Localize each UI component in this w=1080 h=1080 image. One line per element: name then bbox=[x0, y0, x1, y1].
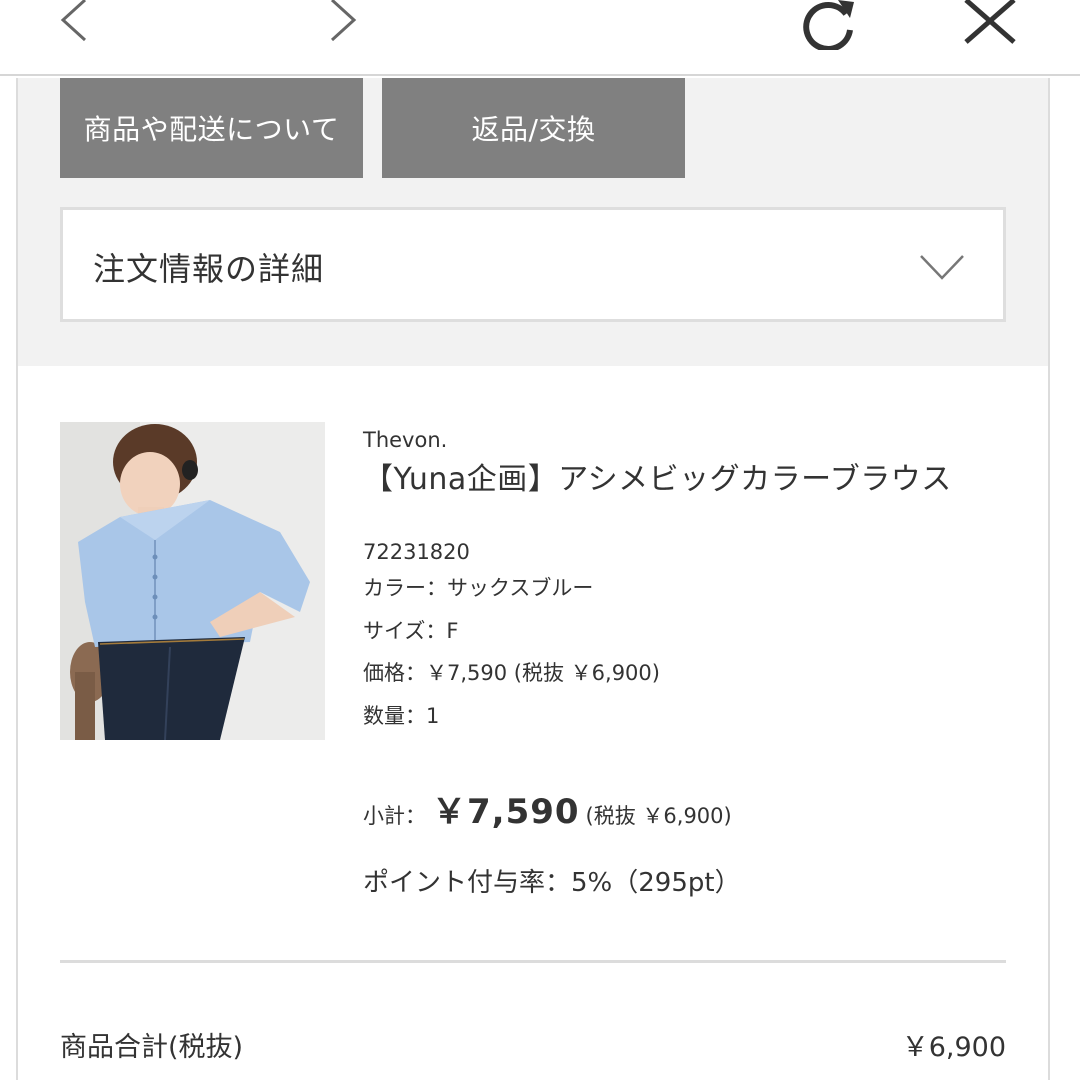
item-total-label: 商品合計(税抜) bbox=[60, 1032, 244, 1063]
product-image[interactable] bbox=[60, 422, 325, 740]
return-exchange-button[interactable]: 返品/交換 bbox=[382, 78, 685, 178]
subtotal-label: 小計： bbox=[363, 804, 426, 828]
order-header-panel: 商品や配送について 返品/交換 注文情報の詳細 bbox=[18, 78, 1048, 366]
product-quantity: 数量：1 bbox=[363, 704, 440, 728]
shipping-info-button[interactable]: 商品や配送について bbox=[60, 78, 363, 178]
close-icon[interactable] bbox=[958, 0, 1022, 46]
chevron-left-icon[interactable] bbox=[55, 0, 95, 42]
top-toolbar bbox=[0, 0, 1080, 76]
product-name[interactable]: 【Yuna企画】アシメビッグカラーブラウス bbox=[363, 454, 952, 498]
shipping-info-label: 商品や配送について bbox=[83, 113, 340, 146]
product-size: サイズ：F bbox=[363, 619, 459, 643]
subtotal: 小計： ￥7,590 (税抜 ￥6,900) bbox=[363, 784, 732, 833]
subtotal-amount: ￥7,590 bbox=[432, 792, 580, 832]
section-divider bbox=[60, 960, 1006, 963]
product-brand: Thevon. bbox=[363, 428, 448, 452]
subtotal-tax: (税抜 ￥6,900) bbox=[585, 804, 732, 828]
product-code: 72231820 bbox=[363, 540, 470, 564]
item-total-value: ￥6,900 bbox=[901, 1032, 1006, 1063]
chevron-down-icon bbox=[919, 252, 965, 282]
chevron-right-icon[interactable] bbox=[322, 0, 362, 42]
product-price: 価格：￥7,590 (税抜 ￥6,900) bbox=[363, 661, 660, 685]
reload-icon[interactable] bbox=[798, 0, 860, 50]
order-details-accordion[interactable]: 注文情報の詳細 bbox=[60, 207, 1006, 322]
point-rate: ポイント付与率：5%（295pt） bbox=[363, 868, 741, 898]
order-details-title: 注文情報の詳細 bbox=[93, 250, 325, 288]
product-color: カラー：サックスブルー bbox=[363, 576, 594, 600]
return-exchange-label: 返品/交換 bbox=[471, 113, 596, 146]
